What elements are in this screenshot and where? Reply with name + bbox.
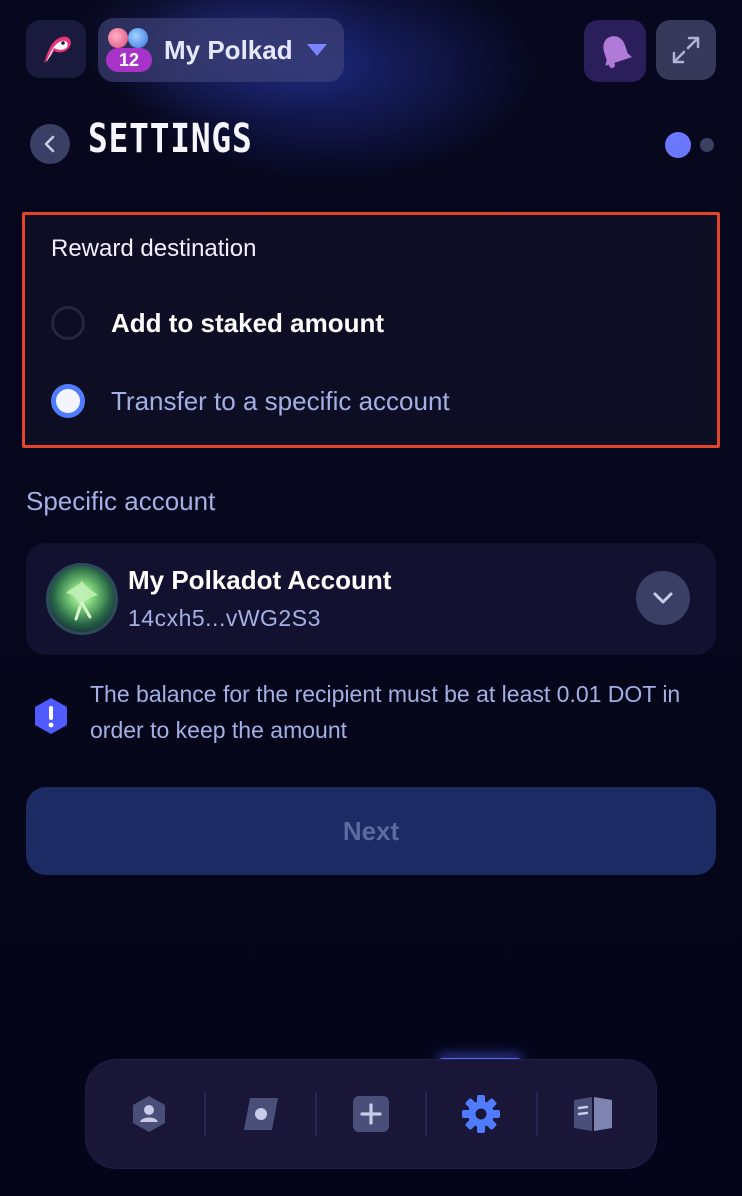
expand-window-button[interactable] — [656, 20, 716, 80]
nav-settings[interactable] — [426, 1060, 536, 1168]
chevron-down-icon — [307, 44, 327, 56]
account-name: My Polkadot Account — [128, 565, 392, 595]
specific-account-selector[interactable]: My Polkadot Account 14cxh5...vWG2S3 — [26, 543, 716, 655]
docs-icon — [574, 1097, 612, 1131]
account-icons: 12 — [106, 22, 158, 78]
step-indicator-active — [665, 132, 691, 158]
settings-icon — [462, 1095, 500, 1133]
radio-button-unselected[interactable] — [51, 306, 85, 340]
back-button[interactable] — [30, 124, 70, 164]
app-logo-button[interactable] — [26, 20, 86, 78]
nav-explore[interactable] — [206, 1060, 316, 1168]
next-button[interactable]: Next — [26, 787, 716, 875]
step-indicator — [700, 138, 714, 152]
staking-settings-page: 12 My Polkad SETTINGS Reward destination… — [0, 0, 742, 1196]
warning-message: The balance for the recipient must be at… — [90, 681, 681, 743]
chevron-left-icon — [44, 135, 55, 153]
chain-icon-kusama — [128, 28, 148, 48]
accounts-icon — [133, 1096, 165, 1132]
explore-icon — [244, 1098, 278, 1130]
expand-icon — [672, 36, 700, 64]
account-address: 14cxh5...vWG2S3 — [128, 605, 321, 631]
radio-label: Add to staked amount — [111, 307, 385, 338]
chevron-down-icon — [653, 592, 673, 604]
reward-destination-label: Reward destination — [51, 235, 257, 262]
specific-account-label: Specific account — [26, 486, 216, 516]
bottom-navigation — [86, 1060, 656, 1168]
warning-icon — [35, 698, 67, 734]
selected-account-name: My Polkad — [164, 34, 293, 65]
add-icon — [353, 1096, 389, 1132]
account-selector[interactable]: 12 My Polkad — [98, 18, 344, 82]
parrot-logo-icon — [44, 36, 71, 63]
bell-icon — [603, 36, 632, 68]
radio-option-add-to-staked[interactable]: Add to staked amount — [51, 303, 384, 343]
nav-docs[interactable] — [538, 1060, 648, 1168]
reward-destination-section: Reward destination Add to staked amount … — [22, 212, 720, 448]
account-dropdown-button[interactable] — [636, 571, 690, 625]
chain-icon-polkadot — [108, 28, 128, 48]
nav-accounts[interactable] — [94, 1060, 204, 1168]
account-avatar — [46, 563, 118, 635]
account-count-badge: 12 — [106, 48, 152, 72]
radio-label: Transfer to a specific account — [111, 385, 450, 416]
radio-button-selected[interactable] — [51, 384, 85, 418]
page-title: SETTINGS — [88, 116, 253, 162]
identicon-icon — [66, 581, 98, 621]
radio-option-transfer-specific[interactable]: Transfer to a specific account — [51, 381, 450, 421]
nav-add[interactable] — [316, 1060, 426, 1168]
notifications-button[interactable] — [584, 20, 646, 82]
